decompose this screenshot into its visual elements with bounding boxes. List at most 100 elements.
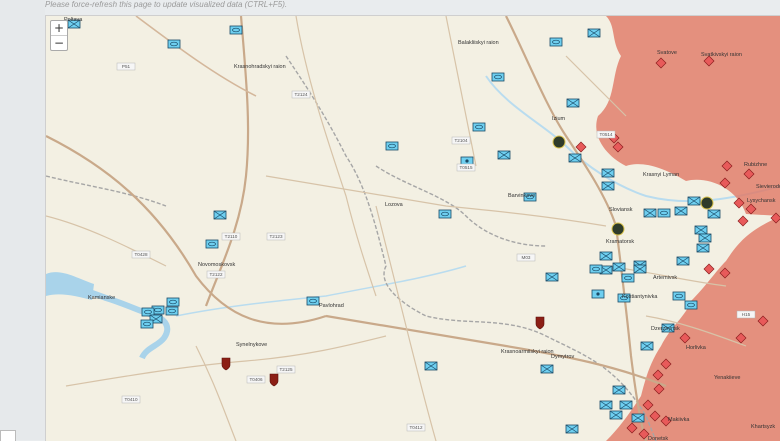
- svg-text:T2125: T2125: [279, 367, 292, 372]
- svg-text:T2110: T2110: [225, 234, 238, 239]
- shield-icon[interactable]: [269, 373, 279, 387]
- armor-icon[interactable]: [140, 319, 154, 329]
- svg-text:T0514: T0514: [599, 132, 612, 137]
- infantry-icon[interactable]: [587, 28, 601, 38]
- hq-icon[interactable]: [700, 196, 714, 210]
- infantry-icon[interactable]: [643, 208, 657, 218]
- armor-icon[interactable]: [657, 208, 671, 218]
- zoom-out-button[interactable]: −: [51, 36, 67, 50]
- infantry-icon[interactable]: [633, 264, 647, 274]
- place-label: Kamianske: [88, 295, 115, 301]
- armor-icon[interactable]: [229, 25, 243, 35]
- infantry-icon[interactable]: [631, 413, 645, 423]
- road-number-badge: T0514: [596, 130, 616, 139]
- infantry-icon[interactable]: [545, 272, 559, 282]
- armor-icon[interactable]: [472, 122, 486, 132]
- map-viewport[interactable]: + − Poltava Krasnohradskyi raion Balakli…: [45, 15, 780, 441]
- infantry-icon[interactable]: [599, 400, 613, 410]
- road-number-badge: P51: [116, 62, 136, 71]
- hq-icon[interactable]: [611, 222, 625, 236]
- armor-icon[interactable]: [438, 209, 452, 219]
- place-label: Sievierodonetsk: [756, 184, 780, 190]
- shield-icon[interactable]: [535, 316, 545, 330]
- enemy-unit-icon[interactable]: [737, 215, 749, 227]
- admin-borders: [46, 55, 657, 441]
- road-number-badge: T0410: [121, 395, 141, 404]
- armor-icon[interactable]: [166, 297, 180, 307]
- infantry-icon[interactable]: [609, 410, 623, 420]
- enemy-unit-icon[interactable]: [703, 263, 715, 275]
- place-label: Barvinkove: [508, 193, 535, 199]
- panel-toggle-button[interactable]: [0, 430, 16, 441]
- armor-icon[interactable]: [165, 306, 179, 316]
- infantry-icon[interactable]: [696, 243, 710, 253]
- svg-text:T0515: T0515: [459, 165, 472, 170]
- svg-text:T0410: T0410: [124, 397, 137, 402]
- infantry-icon[interactable]: [698, 233, 712, 243]
- road-number-badge: T2104: [451, 136, 471, 145]
- infantry-icon[interactable]: [707, 209, 721, 219]
- infantry-icon[interactable]: [640, 341, 654, 351]
- place-label: Horlivka: [686, 345, 707, 351]
- infantry-icon[interactable]: [612, 262, 626, 272]
- zoom-in-button[interactable]: +: [51, 21, 67, 36]
- armor-icon[interactable]: [205, 239, 219, 249]
- place-label: Rubizhne: [744, 162, 767, 168]
- artillery-icon[interactable]: [591, 289, 605, 299]
- infantry-icon[interactable]: [540, 364, 554, 374]
- road-number-badge: H15: [736, 310, 756, 319]
- road-number-badge: T0406: [246, 375, 266, 384]
- armor-icon[interactable]: [684, 300, 698, 310]
- place-label: Krasnoarmiiskyi raion: [501, 349, 554, 355]
- armor-icon[interactable]: [167, 39, 181, 49]
- armor-icon[interactable]: [672, 291, 686, 301]
- reservoir: [46, 272, 94, 300]
- infantry-icon[interactable]: [694, 225, 708, 235]
- road-number-badge: T2122: [206, 270, 226, 279]
- infantry-icon[interactable]: [687, 196, 701, 206]
- svg-text:H15: H15: [742, 312, 751, 317]
- armor-icon[interactable]: [589, 264, 603, 274]
- place-label: Kostiantynivka: [622, 294, 658, 300]
- armor-icon[interactable]: [621, 273, 635, 283]
- oblast-border-3: [46, 175, 167, 207]
- svg-text:P51: P51: [122, 64, 131, 69]
- infantry-icon[interactable]: [619, 400, 633, 410]
- infantry-icon[interactable]: [213, 210, 227, 220]
- infantry-icon[interactable]: [612, 385, 626, 395]
- infantry-icon[interactable]: [599, 251, 613, 261]
- infantry-icon[interactable]: [566, 98, 580, 108]
- svg-text:M03: M03: [522, 255, 531, 260]
- place-label: Lozova: [385, 202, 404, 208]
- svg-text:T2122: T2122: [209, 272, 222, 277]
- infantry-icon[interactable]: [601, 181, 615, 191]
- hq-icon[interactable]: [552, 135, 566, 149]
- road-number-badge: T0412: [406, 423, 426, 432]
- place-label: Krasnyi Lyman: [643, 172, 679, 178]
- road-6: [295, 16, 377, 297]
- infantry-icon[interactable]: [565, 424, 579, 434]
- map-canvas[interactable]: PoltavaKrasnohradskyi raionBalakliiskyi …: [46, 16, 780, 441]
- place-label: Dymytrov: [551, 354, 574, 360]
- enemy-unit-icon[interactable]: [575, 141, 587, 153]
- zoom-control: + −: [50, 20, 68, 51]
- infantry-icon[interactable]: [601, 168, 615, 178]
- armor-icon[interactable]: [385, 141, 399, 151]
- road-main-3: [325, 314, 667, 388]
- infantry-icon[interactable]: [568, 153, 582, 163]
- infantry-icon[interactable]: [674, 206, 688, 216]
- road-number-badge: T2125: [276, 365, 296, 374]
- infantry-icon[interactable]: [497, 150, 511, 160]
- armor-icon[interactable]: [306, 296, 320, 306]
- road-number-badge: T2110: [221, 232, 241, 241]
- place-label: Svatkivskyi raion: [701, 52, 742, 58]
- armor-icon[interactable]: [549, 37, 563, 47]
- svg-text:T0428: T0428: [134, 252, 147, 257]
- road-4: [375, 205, 437, 441]
- place-label: Sloviansk: [609, 207, 633, 213]
- shield-icon[interactable]: [221, 357, 231, 371]
- armor-icon[interactable]: [491, 72, 505, 82]
- infantry-icon[interactable]: [676, 256, 690, 266]
- infantry-icon[interactable]: [424, 361, 438, 371]
- left-panel: [0, 0, 45, 440]
